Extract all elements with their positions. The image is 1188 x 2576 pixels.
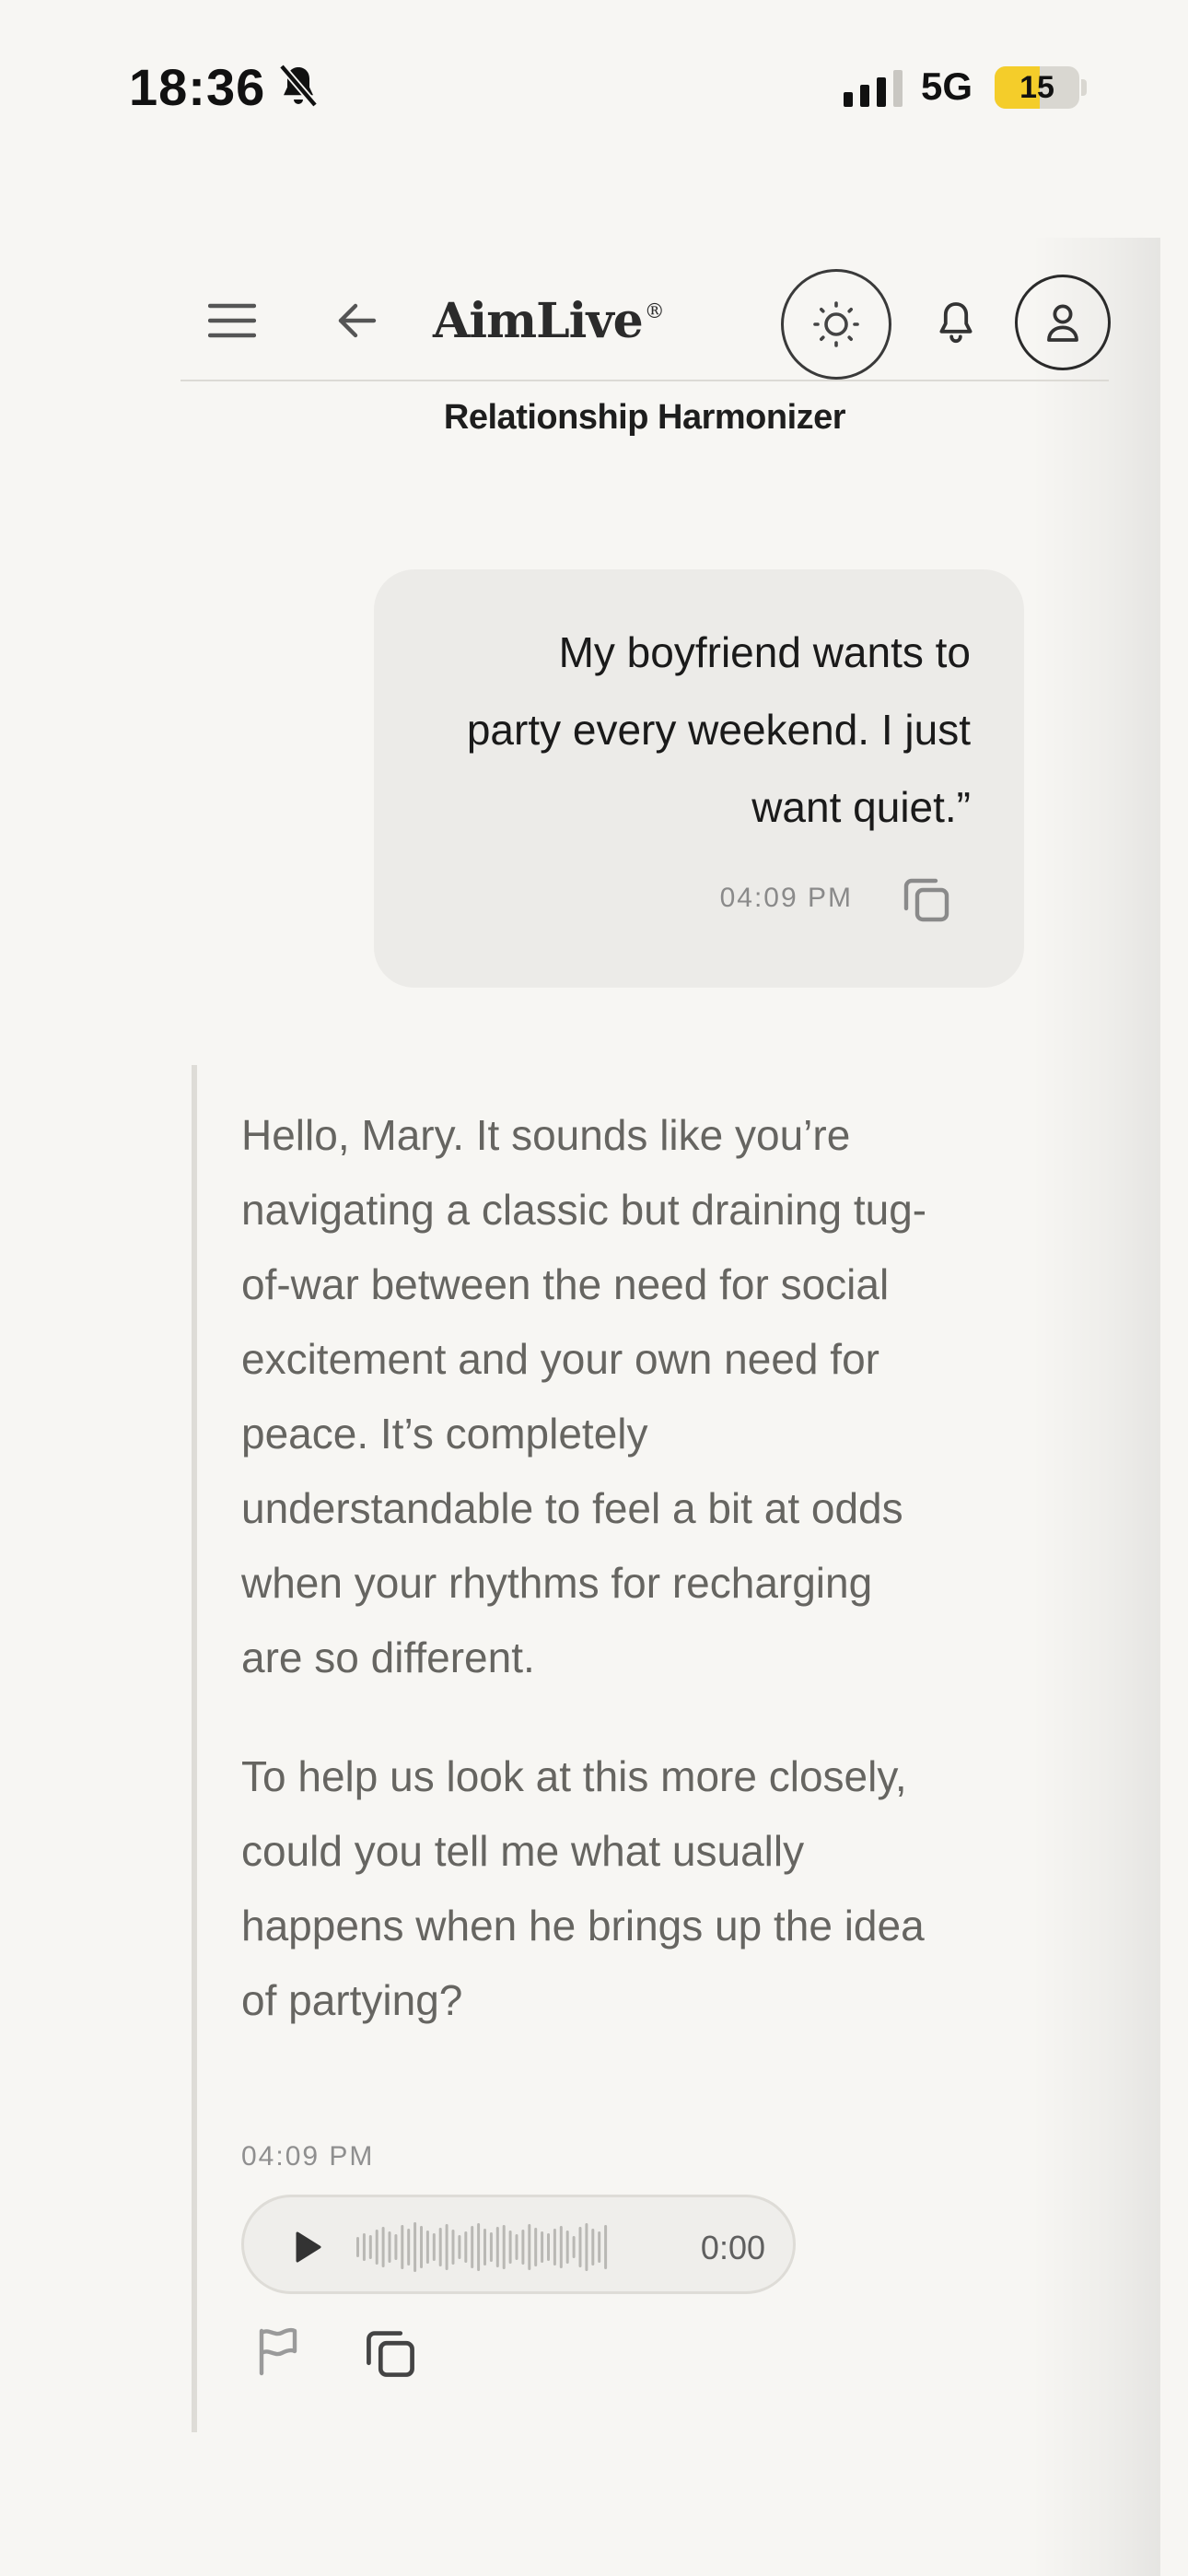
user-message-time: 04:09 PM	[719, 883, 853, 913]
bell-off-icon	[278, 64, 319, 108]
bell-icon	[939, 302, 973, 344]
waveform-bar	[381, 2227, 385, 2267]
waveform-bar	[578, 2227, 582, 2267]
waveform-bar	[553, 2229, 556, 2266]
battery-percent: 15	[1019, 70, 1054, 105]
user-message-bubble: My boyfriend wants to party every weeken…	[374, 569, 1024, 988]
waveform-bar	[515, 2234, 518, 2260]
user-copy-button[interactable]	[901, 873, 952, 925]
waveform-bar	[502, 2225, 506, 2269]
waveform-bar	[547, 2233, 550, 2261]
back-button[interactable]	[332, 295, 383, 346]
waveform-bar	[420, 2226, 423, 2268]
waveform-bar	[464, 2231, 468, 2263]
waveform-bar	[495, 2227, 499, 2267]
assistant-message-time: 04:09 PM	[241, 2141, 375, 2172]
waveform-bar	[432, 2233, 436, 2261]
status-time: 18:36	[129, 58, 266, 116]
menu-button[interactable]	[206, 295, 258, 346]
theme-toggle-button[interactable]	[781, 269, 891, 380]
waveform-bar	[541, 2231, 544, 2263]
audio-player: 0:00	[241, 2195, 796, 2294]
waveform-bar	[356, 2237, 359, 2257]
audio-duration: 0:00	[700, 2229, 765, 2266]
assistant-paragraph: Hello, Mary. It sounds like you’re navig…	[241, 1111, 927, 1681]
waveform-bar	[534, 2228, 538, 2266]
waveform-bar	[388, 2231, 391, 2263]
waveform-bar	[559, 2226, 563, 2268]
waveform-bar	[413, 2222, 417, 2272]
waveform-bar	[483, 2229, 486, 2266]
status-bar: 18:36 5G 15	[0, 0, 1188, 175]
waveform-bar	[451, 2230, 455, 2265]
notifications-button[interactable]	[928, 295, 984, 350]
waveform-bar	[565, 2231, 569, 2264]
assistant-message-rule	[192, 1065, 197, 2432]
user-message-text: My boyfriend wants to party every weeken…	[466, 628, 971, 831]
waveform-bar	[362, 2233, 366, 2261]
waveform-bar	[368, 2235, 372, 2259]
page-subtitle: Relationship Harmonizer	[443, 398, 846, 437]
waveform-bar	[508, 2231, 512, 2264]
waveform-bar	[591, 2229, 595, 2266]
audio-waveform[interactable]	[356, 2218, 611, 2277]
battery-tip	[1081, 79, 1087, 96]
signal-icon	[844, 70, 903, 107]
waveform-bar	[598, 2231, 601, 2263]
waveform-bar	[394, 2234, 398, 2260]
waveform-bar	[528, 2224, 531, 2270]
play-icon	[296, 2231, 321, 2263]
copy-icon	[367, 2331, 414, 2377]
waveform-bar	[604, 2225, 608, 2269]
waveform-bar	[471, 2226, 474, 2268]
waveform-bar	[407, 2229, 411, 2266]
report-button[interactable]	[254, 2325, 306, 2381]
waveform-bar	[375, 2230, 379, 2265]
waveform-bar	[425, 2231, 429, 2264]
brand-logo[interactable]: AimLive®	[433, 293, 665, 349]
sun-icon	[813, 301, 859, 347]
brand-name: AimLive	[433, 293, 644, 349]
waveform-bar	[477, 2223, 481, 2271]
waveform-bar	[489, 2232, 493, 2262]
profile-button[interactable]	[1015, 275, 1111, 370]
battery-indicator: 15	[995, 66, 1079, 109]
assistant-message-text: Hello, Mary. It sounds like you’re navig…	[241, 1098, 941, 2038]
brand-mark: ®	[644, 300, 665, 323]
assistant-copy-button[interactable]	[363, 2325, 418, 2381]
flag-icon	[259, 2327, 297, 2376]
menu-icon	[208, 303, 256, 338]
network-type: 5G	[921, 64, 973, 108]
play-button[interactable]	[288, 2229, 325, 2266]
copy-icon	[903, 878, 949, 922]
waveform-bar	[438, 2228, 442, 2266]
arrow-left-icon	[338, 303, 377, 338]
user-icon	[1047, 304, 1078, 342]
panel-edge-shadow	[1031, 238, 1160, 2576]
waveform-bar	[585, 2223, 588, 2271]
app-header: AimLive®	[181, 267, 1111, 381]
assistant-paragraph: To help us look at this more closely, co…	[241, 1752, 925, 2024]
waveform-bar	[572, 2236, 576, 2258]
waveform-bar	[401, 2225, 404, 2269]
waveform-bar	[458, 2235, 461, 2259]
waveform-bar	[445, 2224, 448, 2270]
waveform-bar	[521, 2230, 525, 2265]
